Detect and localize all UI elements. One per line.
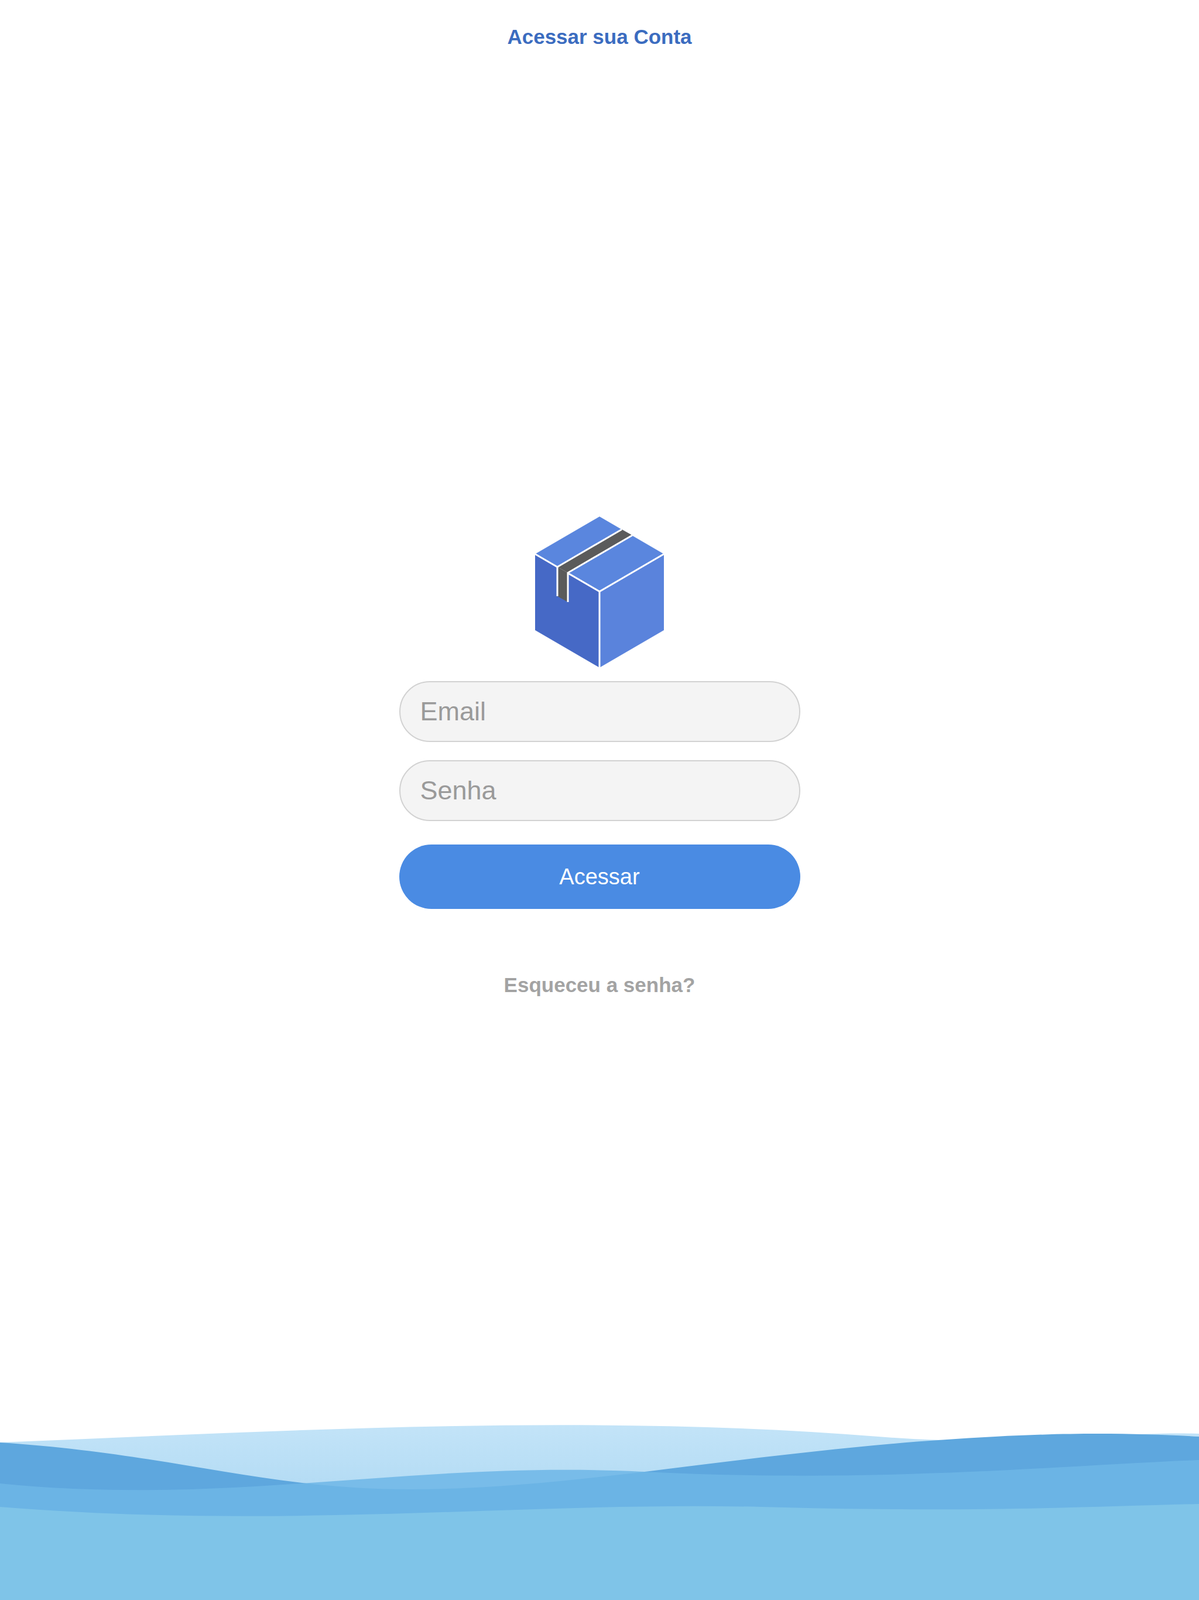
password-input[interactable] [399, 759, 801, 821]
forgot-password-link[interactable]: Esqueceu a senha? [504, 973, 696, 997]
header-bar: Acessar sua Conta [506, 0, 692, 74]
email-input[interactable] [399, 680, 801, 742]
wave-decoration [0, 1418, 1199, 1600]
page-title: Acessar sua Conta [506, 25, 692, 49]
submit-button[interactable]: Acessar [399, 844, 801, 909]
box-logo-icon [533, 515, 666, 669]
